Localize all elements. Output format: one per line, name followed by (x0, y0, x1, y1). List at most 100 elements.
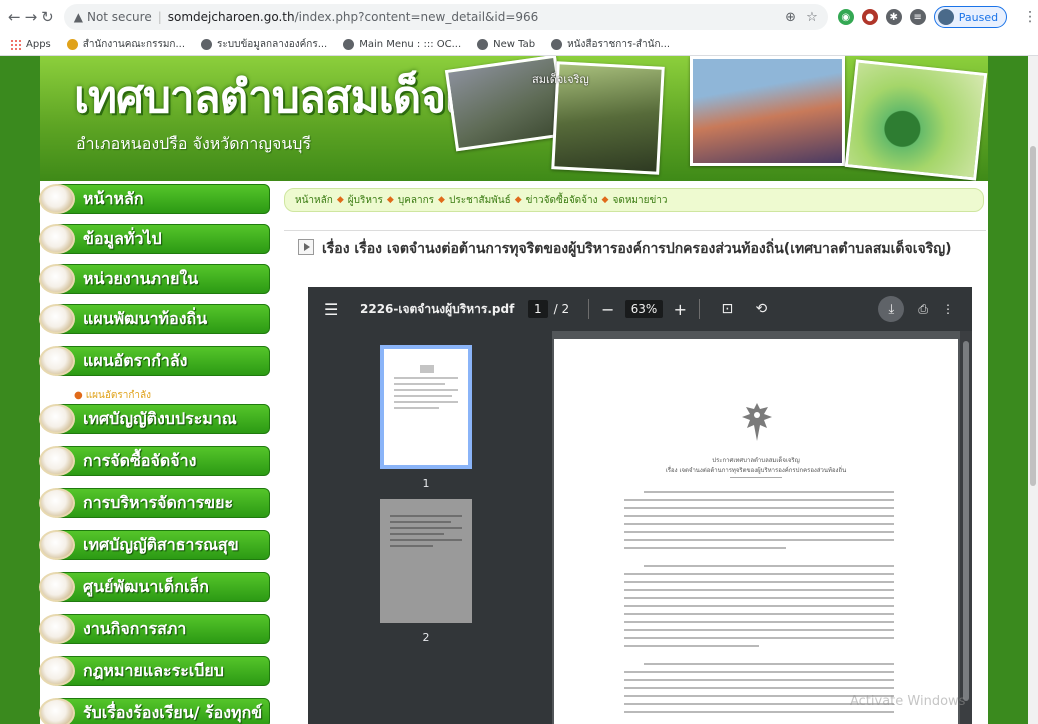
pdf-actions: ⤓ ⎙ ⋮ (878, 296, 954, 322)
page-total: / 2 (553, 302, 570, 316)
globe-icon (201, 39, 213, 50)
menu-bullet-icon (39, 488, 75, 518)
nav-link-pr[interactable]: ประชาสัมพันธ์ (449, 193, 511, 208)
bookmark-item[interactable]: Main Menu : ::: OC... (343, 39, 461, 50)
avatar (937, 9, 954, 25)
extensions: ◉ ● ✱ ≡ Paused ⋮ (837, 6, 1037, 28)
zoom-icon[interactable]: ⊕ (785, 10, 796, 25)
bookmark-item[interactable]: New Tab (477, 39, 535, 50)
document-paragraph (624, 565, 894, 653)
thumbnail-page-2[interactable]: 2 (380, 499, 472, 644)
download-icon[interactable]: ⤓ (878, 296, 905, 322)
extension-cookie-icon[interactable]: ● (861, 9, 878, 25)
garuda-emblem-icon (742, 403, 772, 441)
sidebar-item-public-health[interactable]: เทศบัญญัติสาธารณสุข (39, 530, 270, 560)
zoom-in-button[interactable]: + (671, 300, 689, 319)
article-title: เรื่อง เรื่อง เจตจำนงต่อต้านการทุจริตของ… (284, 239, 974, 259)
print-icon[interactable]: ⎙ (918, 302, 928, 317)
thumbnail-image (380, 499, 472, 623)
bullet-icon: ● (74, 390, 83, 401)
menu-bullet-icon (39, 614, 75, 644)
thumbnail-lines (384, 349, 468, 429)
sidebar-item-budget[interactable]: เทศบัญญัติงบประมาณ (39, 404, 270, 434)
bookmark-item[interactable]: หนังสือราชการ-สำนัก... (551, 37, 670, 52)
menu-bullet-icon (39, 304, 75, 334)
zoom-level-input[interactable]: 63% (624, 300, 664, 318)
pdf-toolbar: ☰ 2226-เจตจำนงผู้บริหาร.pdf 1 / 2 − 63% … (308, 287, 972, 331)
sidebar-item-manpower-plan[interactable]: แผนอัตรากำลัง (39, 346, 270, 376)
banner-seal-text: สมเด็จเจริญ (532, 73, 589, 86)
page-scroll-thumb[interactable] (1030, 146, 1036, 486)
sidebar-subitem[interactable]: ● แผนอัตรากำลัง (74, 388, 151, 403)
page-container: เทศบาลตำบลสมเด็จเจริญ อำเภอหนองปรือ จังห… (39, 56, 988, 724)
menu-bullet-icon (39, 572, 75, 602)
sidebar-item-laws[interactable]: กฎหมายและระเบียบ (39, 656, 270, 686)
toolbar-divider (699, 299, 701, 319)
forward-icon[interactable]: → (25, 6, 38, 28)
sidebar-item-home[interactable]: หน้าหลัก (39, 184, 270, 214)
sidebar-item-council[interactable]: งานกิจการสภา (39, 614, 270, 644)
sidebar-item-waste-management[interactable]: การบริหารจัดการขยะ (39, 488, 270, 518)
diamond-icon: ◆ (514, 195, 522, 205)
pdf-scroll-thumb[interactable] (963, 341, 969, 701)
nav-link-newsletter[interactable]: จดหมายข่าว (612, 193, 667, 208)
globe-icon (477, 39, 489, 50)
sidebar-item-general-info[interactable]: ข้อมูลทั่วไป (39, 224, 270, 254)
menu-bullet-icon (39, 446, 75, 476)
nav-link-executives[interactable]: ผู้บริหาร (348, 193, 383, 208)
diamond-icon: ◆ (336, 195, 344, 205)
bookmarks-bar: Apps สำนักงานคณะกรรมก... ระบบข้อมูลกลางอ… (0, 34, 1038, 56)
nav-link-procurement-news[interactable]: ข่าวจัดซื้อจัดจ้าง (526, 193, 598, 208)
reload-icon[interactable]: ↻ (41, 6, 54, 28)
menu-bullet-icon (39, 224, 75, 254)
menu-bullet-icon (39, 530, 75, 560)
thumbnail-number: 1 (422, 477, 430, 490)
extensions-puzzle-icon[interactable]: ✱ (885, 9, 902, 25)
thumbnail-panel: 1 2 (308, 331, 552, 724)
browser-menu-icon[interactable]: ⋮ (1023, 9, 1037, 25)
url-path: /index.php?content=new_detail&id=966 (294, 10, 539, 24)
thumbnail-lines (380, 499, 472, 567)
document-heading: ประกาศเทศบาลตำบลสมเด็จเจริญ (712, 457, 800, 464)
page-scrollbar[interactable] (1028, 56, 1038, 724)
sidebar-item-departments[interactable]: หน่วยงานภายใน (39, 264, 270, 294)
url-host: somdejcharoen.go.th (167, 10, 295, 24)
extension-shield-icon[interactable]: ◉ (837, 9, 854, 25)
thumbnail-number: 2 (422, 631, 430, 644)
sidebar-item-child-center[interactable]: ศูนย์พัฒนาเด็กเล็ก (39, 572, 270, 602)
toolbar-divider (587, 299, 589, 319)
sidebar-item-complaints[interactable]: รับเรื่องร้องเรียน/ ร้องทุกข์ (39, 698, 270, 724)
rotate-icon[interactable]: ⟲ (752, 301, 770, 317)
page-number-input[interactable]: 1 (528, 300, 548, 318)
thumbnail-image (380, 345, 472, 469)
bookmark-star-icon[interactable]: ☆ (806, 10, 818, 25)
profile-button[interactable]: Paused (933, 6, 1008, 28)
zoom-out-button[interactable]: − (599, 300, 617, 319)
pdf-filename: 2226-เจตจำนงผู้บริหาร.pdf (360, 301, 515, 316)
pdf-scrollbar[interactable] (960, 331, 972, 724)
bookmark-item[interactable]: สำนักงานคณะกรรมก... (66, 37, 185, 52)
diamond-icon: ◆ (601, 195, 609, 205)
more-options-icon[interactable]: ⋮ (942, 302, 954, 316)
apps-grid-icon (10, 39, 21, 50)
fit-page-icon[interactable]: ⊡ (718, 301, 736, 317)
nav-link-staff[interactable]: บุคลากร (398, 193, 434, 208)
article-content: เรื่อง เรื่อง เจตจำนงต่อต้านการทุจริตของ… (284, 230, 986, 724)
not-secure-label[interactable]: Not secure (87, 10, 152, 24)
back-icon[interactable]: ← (8, 6, 21, 28)
reading-list-icon[interactable]: ≡ (909, 9, 926, 25)
nav-link-home[interactable]: หน้าหลัก (295, 193, 333, 208)
globe-icon (343, 39, 355, 50)
address-bar[interactable]: ▲ Not secure | somdejcharoen.go.th/index… (63, 4, 828, 30)
folder-icon (66, 39, 78, 50)
warning-icon: ▲ (73, 10, 83, 24)
bookmark-apps[interactable]: Apps (10, 39, 51, 50)
sidebar-item-procurement[interactable]: การจัดซื้อจัดจ้าง (39, 446, 270, 476)
omnibox-actions: ⊕ ☆ (785, 10, 818, 25)
bookmark-item[interactable]: ระบบข้อมูลกลางองค์กร... (201, 37, 327, 52)
sidebar-item-local-plan[interactable]: แผนพัฒนาท้องถิ่น (39, 304, 270, 334)
menu-bullet-icon (39, 698, 75, 724)
menu-icon[interactable]: ☰ (324, 300, 344, 319)
banner-photo (844, 59, 988, 181)
thumbnail-page-1[interactable]: 1 (380, 345, 472, 490)
